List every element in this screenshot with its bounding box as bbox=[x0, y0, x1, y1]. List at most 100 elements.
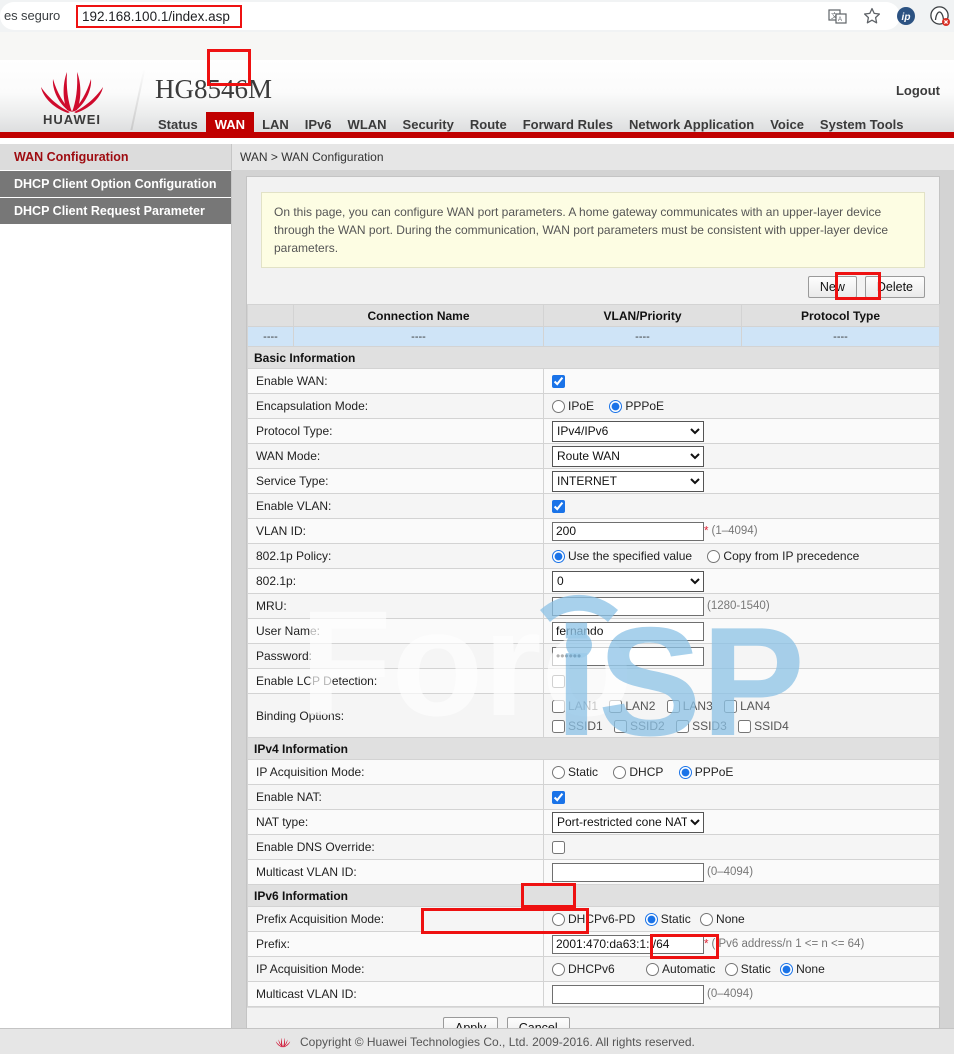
label-wan-mode: WAN Mode: bbox=[248, 444, 544, 469]
value-dot1p-policy: Use the specified value Copy from IP pre… bbox=[544, 544, 940, 569]
enable-vlan-checkbox[interactable] bbox=[552, 500, 565, 513]
bind-lan3-checkbox[interactable] bbox=[667, 700, 680, 713]
cell-protocol-type: ---- bbox=[742, 327, 940, 347]
row-dot1p: 802.1p: 0 bbox=[248, 569, 940, 594]
security-status-label: es seguro bbox=[4, 8, 60, 23]
encapsulation-ipoe-radio[interactable] bbox=[552, 400, 565, 413]
bind-lan3-label: LAN3 bbox=[683, 699, 713, 713]
nav-item-wan[interactable]: WAN bbox=[206, 112, 254, 138]
vlan-id-required-marker: * bbox=[704, 525, 708, 537]
protocol-type-select[interactable]: IPv4/IPv6 bbox=[552, 421, 704, 442]
bind-ssid3-checkbox[interactable] bbox=[676, 720, 689, 733]
bind-ssid2-checkbox[interactable] bbox=[614, 720, 627, 733]
value-prefix: *(IPv6 address/n 1 <= n <= 64) bbox=[544, 932, 940, 957]
sidebar-item-wan-configuration[interactable]: WAN Configuration bbox=[0, 144, 231, 170]
nav-item-route[interactable]: Route bbox=[462, 112, 515, 138]
section-title: IPv4 Information bbox=[248, 738, 940, 760]
row-ipv6-acquisition-mode: IP Acquisition Mode: DHCPv6 Automatic St… bbox=[248, 957, 940, 982]
bind-lan2-checkbox[interactable] bbox=[609, 700, 622, 713]
sidebar-item-label: DHCP Client Option Configuration bbox=[14, 177, 217, 191]
delete-button[interactable]: Delete bbox=[865, 276, 925, 298]
nav-item-forward-rules[interactable]: Forward Rules bbox=[515, 112, 621, 138]
prefix-none-label: None bbox=[716, 912, 745, 926]
prefix-hint: (IPv6 address/n 1 <= n <= 64) bbox=[711, 938, 864, 950]
row-ipv6-multicast-vlan-id: Multicast VLAN ID: (0–4094) bbox=[248, 982, 940, 1007]
nav-item-ipv6[interactable]: IPv6 bbox=[297, 112, 340, 138]
adblock-extension-icon[interactable] bbox=[930, 6, 950, 26]
table-row[interactable]: ---- ---- ---- ---- bbox=[248, 327, 940, 347]
row-encapsulation-mode: Encapsulation Mode: IPoE PPPoE bbox=[248, 394, 940, 419]
page-notice: On this page, you can configure WAN port… bbox=[261, 192, 925, 268]
nat-type-select[interactable]: Port-restricted cone NAT bbox=[552, 812, 704, 833]
service-type-select[interactable]: INTERNET bbox=[552, 471, 704, 492]
bind-lan4-label: LAN4 bbox=[740, 699, 770, 713]
translate-icon[interactable]: 文 A bbox=[828, 6, 848, 26]
ipv4-multicast-vlan-id-input[interactable] bbox=[552, 863, 704, 882]
ipv6-multicast-vlan-id-input[interactable] bbox=[552, 985, 704, 1004]
mru-input[interactable] bbox=[552, 597, 704, 616]
label-ipv4-acquisition-mode: IP Acquisition Mode: bbox=[248, 760, 544, 785]
vlan-id-input[interactable] bbox=[552, 522, 704, 541]
enable-lcp-detection-checkbox[interactable] bbox=[552, 675, 565, 688]
wan-mode-select[interactable]: Route WAN bbox=[552, 446, 704, 467]
value-user-name bbox=[544, 619, 940, 644]
ipv6-none-label: None bbox=[796, 962, 825, 976]
nav-item-network-application[interactable]: Network Application bbox=[621, 112, 762, 138]
sidebar-item-label: WAN Configuration bbox=[14, 150, 129, 164]
bind-lan1-checkbox[interactable] bbox=[552, 700, 565, 713]
ipv6-none-radio[interactable] bbox=[780, 963, 793, 976]
nav-item-status[interactable]: Status bbox=[150, 112, 206, 138]
bookmark-star-icon[interactable] bbox=[862, 6, 882, 26]
dot1p-specified-radio[interactable] bbox=[552, 550, 565, 563]
label-vlan-id: VLAN ID: bbox=[248, 519, 544, 544]
prefix-static-radio[interactable] bbox=[645, 913, 658, 926]
ipv4-dhcp-radio[interactable] bbox=[613, 766, 626, 779]
bind-ssid1-checkbox[interactable] bbox=[552, 720, 565, 733]
browser-toolbar: es seguro 192.168.100.1/index.asp 文 A ip bbox=[0, 0, 954, 32]
address-bar-url[interactable]: 192.168.100.1/index.asp bbox=[82, 9, 230, 24]
nav-item-wlan[interactable]: WLAN bbox=[340, 112, 395, 138]
ipv6-automatic-radio[interactable] bbox=[646, 963, 659, 976]
bind-lan1-label: LAN1 bbox=[568, 699, 598, 713]
sidebar-item-dhcp-client-request-parameter[interactable]: DHCP Client Request Parameter bbox=[0, 198, 231, 224]
label-encapsulation-mode: Encapsulation Mode: bbox=[248, 394, 544, 419]
label-user-name: User Name: bbox=[248, 619, 544, 644]
enable-wan-checkbox[interactable] bbox=[552, 375, 565, 388]
password-input[interactable] bbox=[552, 647, 704, 666]
ipv4-static-radio[interactable] bbox=[552, 766, 565, 779]
value-binding-options: LAN1 LAN2 LAN3 LAN4 SSID1 SSID2 SSID3 SS… bbox=[544, 694, 940, 738]
prefix-none-radio[interactable] bbox=[700, 913, 713, 926]
row-prefix-acquisition-mode: Prefix Acquisition Mode: DHCPv6-PD Stati… bbox=[248, 907, 940, 932]
new-button[interactable]: New bbox=[808, 276, 857, 298]
wan-configuration-panel: On this page, you can configure WAN port… bbox=[246, 176, 940, 1049]
user-name-input[interactable] bbox=[552, 622, 704, 641]
row-vlan-id: VLAN ID: *(1–4094) bbox=[248, 519, 940, 544]
dot1p-select[interactable]: 0 bbox=[552, 571, 704, 592]
sidebar-item-dhcp-client-option-configuration[interactable]: DHCP Client Option Configuration bbox=[0, 171, 231, 197]
bind-lan4-checkbox[interactable] bbox=[724, 700, 737, 713]
row-mru: MRU: (1280-1540) bbox=[248, 594, 940, 619]
nav-item-system-tools[interactable]: System Tools bbox=[812, 112, 912, 138]
ipv6-dhcpv6-radio[interactable] bbox=[552, 963, 565, 976]
ipv4-pppoe-label: PPPoE bbox=[695, 765, 734, 779]
label-nat-type: NAT type: bbox=[248, 810, 544, 835]
huawei-logo: HUAWEI bbox=[24, 66, 120, 134]
ip-extension-icon[interactable]: ip bbox=[896, 6, 916, 26]
nav-item-security[interactable]: Security bbox=[395, 112, 462, 138]
dot1p-copy-precedence-radio[interactable] bbox=[707, 550, 720, 563]
nav-item-voice[interactable]: Voice bbox=[762, 112, 812, 138]
binding-ssid-group: SSID1 SSID2 SSID3 SSID4 bbox=[552, 716, 938, 736]
enable-dns-override-checkbox[interactable] bbox=[552, 841, 565, 854]
logout-link[interactable]: Logout bbox=[896, 83, 940, 98]
label-enable-dns-override: Enable DNS Override: bbox=[248, 835, 544, 860]
row-user-name: User Name: bbox=[248, 619, 940, 644]
prefix-input[interactable] bbox=[552, 935, 704, 954]
encapsulation-pppoe-radio[interactable] bbox=[609, 400, 622, 413]
encapsulation-ipoe-label: IPoE bbox=[568, 399, 594, 413]
bind-ssid4-checkbox[interactable] bbox=[738, 720, 751, 733]
prefix-dhcpv6-pd-radio[interactable] bbox=[552, 913, 565, 926]
ipv6-static-radio[interactable] bbox=[725, 963, 738, 976]
nav-item-lan[interactable]: LAN bbox=[254, 112, 297, 138]
ipv4-pppoe-radio[interactable] bbox=[679, 766, 692, 779]
enable-nat-checkbox[interactable] bbox=[552, 791, 565, 804]
